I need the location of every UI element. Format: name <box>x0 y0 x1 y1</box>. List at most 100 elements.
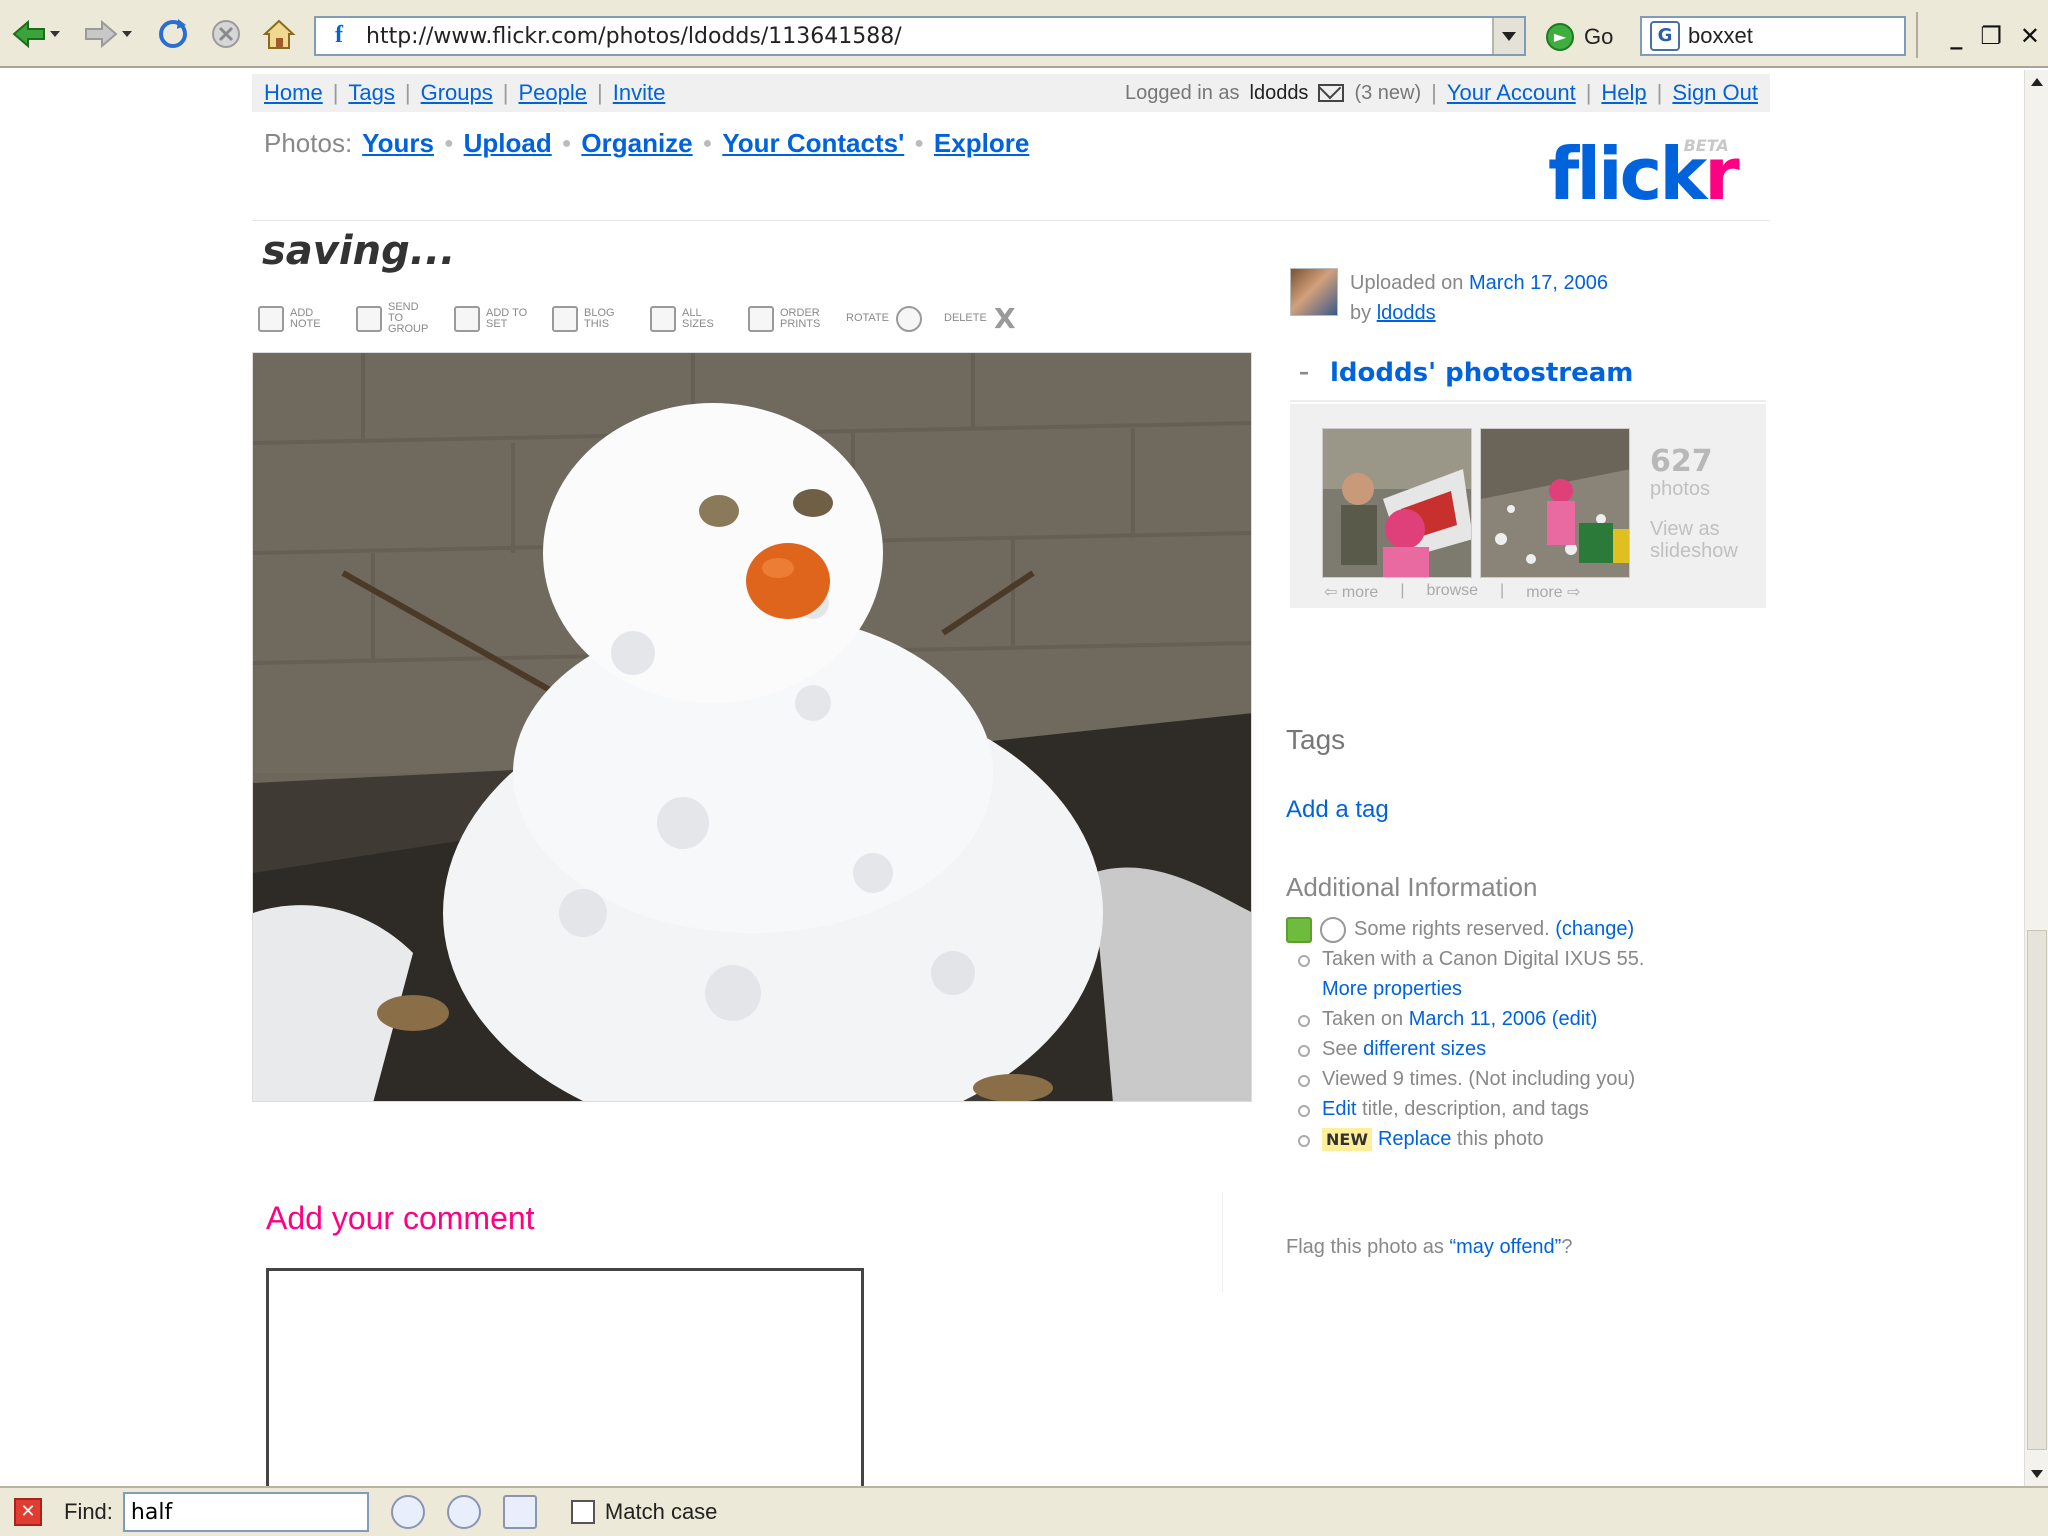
photos-explore-link[interactable]: Explore <box>934 128 1029 159</box>
uploader-avatar[interactable] <box>1290 268 1338 316</box>
photostream-title-link[interactable]: ldodds' photostream <box>1330 358 1633 388</box>
replace-item: NEW Replace this photo <box>1286 1124 1766 1154</box>
new-mail-count[interactable]: (3 new) <box>1354 82 1421 105</box>
browse-link[interactable]: browse <box>1426 582 1478 602</box>
change-license-link[interactable]: (change) <box>1555 918 1634 940</box>
address-bar[interactable]: f http://www.flickr.com/photos/ldodds/11… <box>314 16 1526 56</box>
add-note-button[interactable]: ADD NOTE <box>258 305 334 332</box>
go-icon: ► <box>1546 23 1574 51</box>
view-slideshow-link[interactable]: View as slideshow <box>1650 518 1760 562</box>
upload-date-link[interactable]: March 17, 2006 <box>1469 272 1608 294</box>
photo-actions-toolbar: ADD NOTE SEND TO GROUP ADD TO SET BLOG T… <box>258 302 1016 335</box>
may-offend-link[interactable]: “may offend” <box>1449 1236 1561 1258</box>
forward-arrow-icon <box>85 19 118 49</box>
photo-count-label: photos <box>1650 478 1711 500</box>
add-to-set-button[interactable]: ADD TO SET <box>454 305 530 332</box>
flag-suffix: ? <box>1561 1236 1573 1258</box>
different-sizes-link[interactable]: different sizes <box>1363 1038 1486 1060</box>
home-icon <box>262 19 296 49</box>
logo-main: flick <box>1548 132 1707 216</box>
your-account-link[interactable]: Your Account <box>1447 80 1576 106</box>
restore-button[interactable]: ❐ <box>1980 22 2002 50</box>
replace-suffix-text: this photo <box>1456 1128 1544 1150</box>
flickr-logo[interactable]: flickr BETA <box>1548 132 1740 216</box>
delete-button[interactable]: DELETE X <box>944 302 1016 335</box>
photos-yours-link[interactable]: Yours <box>362 128 434 159</box>
send-to-group-button[interactable]: SEND TO GROUP <box>356 302 432 335</box>
previous-more-link[interactable]: ⇦ more <box>1324 582 1378 602</box>
photostream-thumb-previous[interactable] <box>1322 428 1472 578</box>
photos-organize-link[interactable]: Organize <box>581 128 692 159</box>
stop-button[interactable] <box>210 17 242 51</box>
photos-subnav: Photos: Yours ● Upload ● Organize ● Your Co… <box>264 128 1030 159</box>
edit-photo-link[interactable]: Edit <box>1322 1098 1356 1120</box>
photos-upload-link[interactable]: Upload <box>464 128 552 159</box>
mail-icon[interactable] <box>1318 84 1345 102</box>
stop-icon <box>212 20 240 48</box>
photostream-panel: – ldodds' photostream 627 photos View as… <box>1290 346 1766 676</box>
edit-suffix-text: title, description, and tags <box>1362 1098 1589 1120</box>
back-button[interactable] <box>12 17 60 51</box>
delete-icon: X <box>994 302 1016 335</box>
go-label: Go <box>1584 24 1614 49</box>
minimize-button[interactable]: _ <box>1950 22 1962 50</box>
flag-photo-line: Flag this photo as “may offend”? <box>1286 1236 1572 1259</box>
scroll-down-button[interactable] <box>2025 1462 2048 1486</box>
flag-prefix: Flag this photo as <box>1286 1236 1444 1258</box>
creative-commons-icon[interactable] <box>1286 916 1312 943</box>
sizes-item: See different sizes <box>1286 1034 1766 1064</box>
more-properties-link[interactable]: More properties <box>1322 978 1462 1000</box>
uploader-username-link[interactable]: ldodds <box>1377 302 1436 324</box>
order-prints-button[interactable]: ORDER PRINTS <box>748 305 824 332</box>
blog-this-button[interactable]: BLOG THIS <box>552 305 628 332</box>
nav-people-link[interactable]: People <box>518 80 587 106</box>
sign-out-link[interactable]: Sign Out <box>1672 80 1758 106</box>
photostream-thumb-next[interactable] <box>1480 428 1630 578</box>
nav-home-link[interactable]: Home <box>264 80 323 106</box>
rotate-button[interactable]: ROTATE <box>846 305 922 332</box>
vertical-scrollbar[interactable] <box>2024 70 2048 1486</box>
close-find-bar-icon[interactable]: ✕ <box>14 1498 42 1526</box>
next-more-link[interactable]: more ⇨ <box>1526 582 1580 602</box>
nav-invite-link[interactable]: Invite <box>613 80 666 106</box>
taken-on-label: Taken on <box>1322 1008 1404 1030</box>
main-photo[interactable] <box>252 352 1252 1102</box>
search-box[interactable]: G boxxet <box>1640 16 1906 56</box>
edit-date-link[interactable]: (edit) <box>1552 1008 1598 1030</box>
back-arrow-icon <box>12 19 45 49</box>
address-dropdown-button[interactable] <box>1492 18 1524 54</box>
new-badge: NEW <box>1322 1128 1372 1151</box>
scrollbar-thumb[interactable] <box>2027 930 2047 1450</box>
photo-title[interactable]: saving... <box>262 228 455 274</box>
home-button[interactable] <box>262 17 296 51</box>
nav-tags-link[interactable]: Tags <box>348 80 394 106</box>
taken-on-date-link[interactable]: March 11, 2006 <box>1409 1008 1547 1030</box>
collapse-toggle[interactable]: – <box>1294 362 1314 383</box>
close-window-button[interactable]: ✕ <box>2020 22 2040 50</box>
add-tag-link[interactable]: Add a tag <box>1286 796 1389 824</box>
url-text: http://www.flickr.com/photos/ldodds/1136… <box>366 23 902 49</box>
help-link[interactable]: Help <box>1601 80 1646 106</box>
reload-button[interactable] <box>156 17 190 51</box>
add-note-icon <box>258 305 284 332</box>
all-sizes-button[interactable]: ALL SIZES <box>650 305 726 332</box>
nav-groups-link[interactable]: Groups <box>421 80 493 106</box>
replace-photo-link[interactable]: Replace <box>1378 1128 1451 1150</box>
find-input[interactable] <box>122 1492 369 1532</box>
find-bar: ✕ Find: Match case <box>0 1486 2048 1536</box>
comment-textarea[interactable] <box>266 1268 864 1486</box>
photos-contacts-link[interactable]: Your Contacts' <box>722 128 904 159</box>
scroll-up-button[interactable] <box>2025 70 2048 94</box>
additional-info-heading: Additional Information <box>1286 872 1538 902</box>
flickr-top-nav: Home | Tags | Groups | People | Invite Logge… <box>252 74 1770 112</box>
find-previous-icon[interactable] <box>446 1495 481 1529</box>
views-text: Viewed 9 times. (Not including you) <box>1322 1068 1636 1090</box>
find-next-icon[interactable] <box>390 1495 425 1529</box>
additional-info-list: Some rights reserved. (change) Taken wit… <box>1286 914 1766 1154</box>
forward-button[interactable] <box>84 17 132 51</box>
go-button[interactable]: ► Go <box>1546 20 1613 54</box>
attribution-icon[interactable] <box>1320 916 1346 943</box>
by-label: by <box>1350 302 1372 324</box>
highlight-all-icon[interactable] <box>502 1495 537 1529</box>
match-case-checkbox[interactable] <box>570 1500 595 1524</box>
